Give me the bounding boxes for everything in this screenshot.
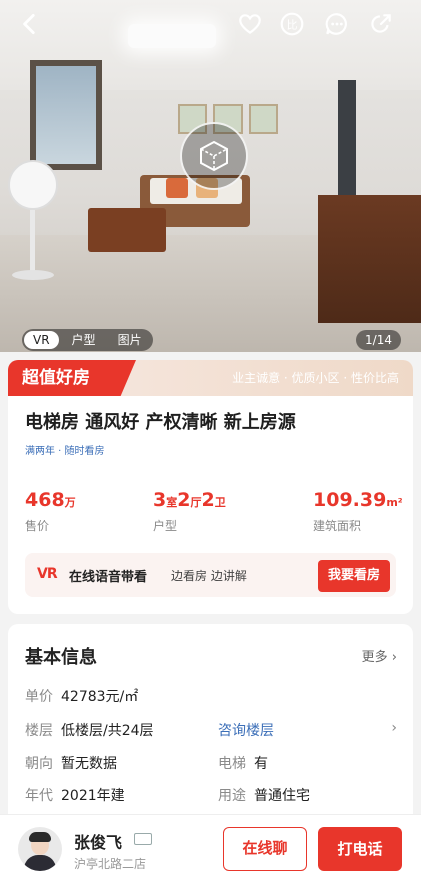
consult-floor-label: 咨询楼层 [218, 723, 274, 739]
fan [8, 160, 58, 210]
vr-guide-title: 在线语音带看 [69, 570, 148, 585]
coffee-table [88, 208, 166, 252]
year-value: 2021年建 [61, 788, 125, 804]
door-frame [338, 80, 356, 200]
tab-vr[interactable]: VR [24, 331, 59, 349]
share-icon[interactable] [367, 10, 395, 38]
rooms-value: 3 [153, 489, 167, 511]
promo-text: 业主诚意 · 优质小区 · 性价比高 [232, 371, 399, 385]
listing-tags: 满两年 · 随时看房 [25, 446, 105, 457]
elevator-value: 有 [254, 756, 268, 772]
fan-base [12, 270, 54, 280]
orientation-row: 朝向 暂无数据 [25, 753, 117, 773]
area-label: 建筑面积 [313, 519, 362, 533]
fan-pole [30, 210, 35, 275]
price-unit: 万 [64, 496, 76, 509]
chevron-right-icon: › [391, 650, 397, 665]
area-value: 109.39 [313, 489, 387, 511]
agent-bar: 张俊飞 沪亭北路二店 在线聊 打电话 [0, 814, 421, 872]
basic-info-card: 基本信息 更多 › 单价 42783元/㎡ 楼层 低楼层/共24层 咨询楼层 › 朝… [8, 624, 413, 824]
orientation-value: 暂无数据 [61, 756, 117, 772]
unit-price-key: 单价 [25, 689, 53, 705]
svg-text:比: 比 [287, 18, 298, 31]
listing-title: 电梯房 通风好 产权清晰 新上房源 [25, 412, 296, 433]
vr-play-icon[interactable] [180, 122, 248, 190]
vr-logo-icon: VR [37, 566, 58, 582]
online-chat-button[interactable]: 在线聊 [223, 827, 307, 871]
area-stat: 109.39m² 建筑面积 [313, 488, 403, 534]
hero-photo[interactable]: VR 户型 图片 1/14 [0, 0, 421, 352]
media-tabs: VR 户型 图片 [22, 329, 153, 351]
message-icon[interactable] [323, 10, 351, 38]
book-viewing-button[interactable]: 我要看房 [318, 560, 390, 592]
baths-unit: 卫 [214, 496, 226, 509]
tv-cabinet [318, 195, 421, 323]
elevator-row: 电梯有 [218, 753, 268, 773]
layout-stat: 3室2厅2卫 户型 [153, 488, 226, 534]
halls-unit: 厅 [190, 496, 202, 509]
area-unit: m² [386, 496, 403, 509]
unit-price-value: 42783元/㎡ [61, 689, 139, 705]
promo-tag: 超值好房 [8, 360, 136, 396]
chevron-right-icon[interactable]: › [391, 720, 397, 736]
orientation-key: 朝向 [25, 756, 53, 772]
year-row: 年代 2021年建 [25, 785, 125, 805]
photo-counter: 1/14 [356, 330, 401, 350]
floor-row: 楼层 低楼层/共24层 [25, 720, 154, 740]
usage-row: 用途 普通住宅 [218, 785, 310, 805]
more-label: 更多 [361, 650, 388, 665]
price-stat: 468万 售价 [25, 488, 76, 534]
vr-guide-banner[interactable]: VR 在线语音带看 边看房 边讲解 我要看房 [25, 553, 396, 597]
promo-banner: 超值好房 业主诚意 · 优质小区 · 性价比高 [8, 360, 413, 396]
tab-photos[interactable]: 图片 [109, 331, 151, 349]
baths-value: 2 [201, 489, 215, 511]
listing-card: 超值好房 业主诚意 · 优质小区 · 性价比高 电梯房 通风好 产权清晰 新上房… [8, 360, 413, 614]
agent-store: 沪亭北路二店 [74, 857, 147, 871]
rooms-unit: 室 [166, 496, 178, 509]
agent-name[interactable]: 张俊飞 [74, 829, 122, 853]
top-toolbar: 比 [0, 0, 421, 48]
layout-label: 户型 [153, 519, 178, 533]
floor-key: 楼层 [25, 723, 53, 739]
business-card-icon[interactable] [134, 833, 152, 845]
avatar[interactable] [18, 827, 62, 871]
price-value: 468 [25, 489, 65, 511]
basic-info-title: 基本信息 [25, 647, 97, 668]
halls-value: 2 [177, 489, 191, 511]
floor-value: 低楼层/共24层 [61, 723, 154, 739]
favorite-icon[interactable] [236, 10, 264, 38]
compare-icon[interactable]: 比 [278, 10, 306, 38]
consult-floor-link[interactable]: 咨询楼层 [218, 720, 274, 740]
more-link[interactable]: 更多 › [362, 646, 397, 665]
vr-guide-subtitle: 边看房 边讲解 [171, 569, 247, 583]
window [30, 60, 102, 170]
tab-floorplan[interactable]: 户型 [63, 331, 105, 349]
usage-key: 用途 [218, 788, 246, 804]
price-label: 售价 [25, 519, 50, 533]
pillow [166, 178, 188, 198]
year-key: 年代 [25, 788, 53, 804]
usage-value: 普通住宅 [254, 788, 310, 804]
elevator-key: 电梯 [218, 756, 246, 772]
call-button[interactable]: 打电话 [318, 827, 402, 871]
unit-price-row: 单价 42783元/㎡ [25, 686, 138, 706]
back-icon[interactable] [16, 10, 44, 38]
